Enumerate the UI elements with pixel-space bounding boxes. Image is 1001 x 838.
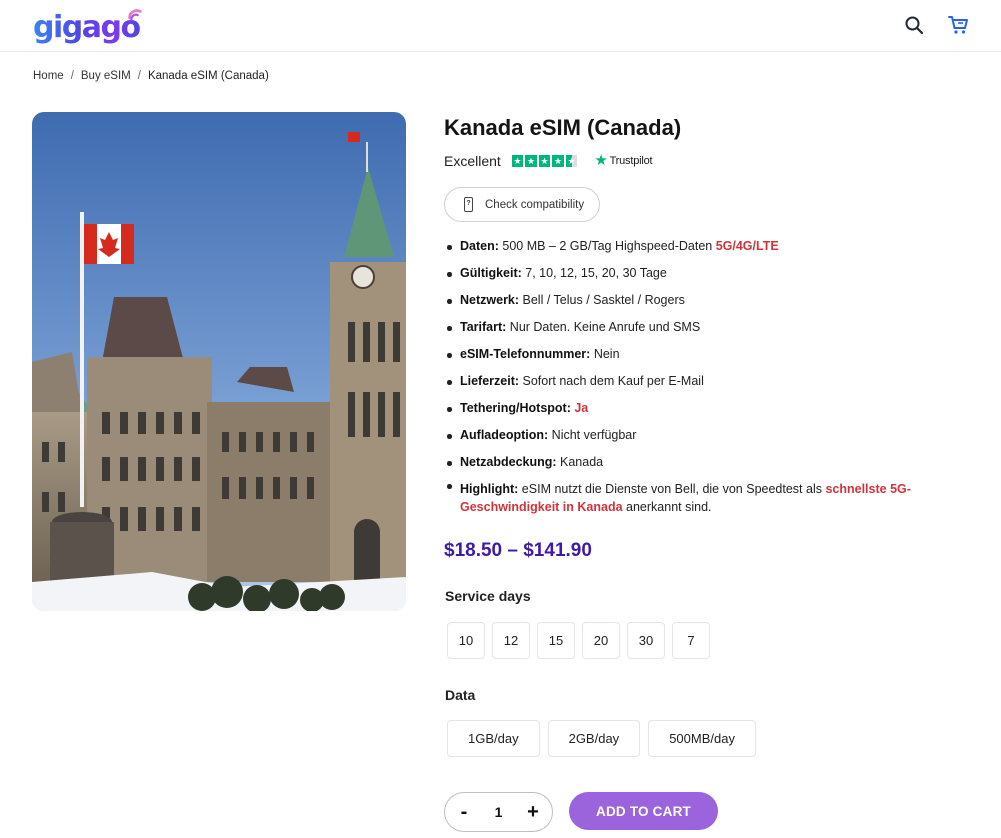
cart-icon[interactable]: [948, 14, 970, 36]
star-icon: ★: [525, 155, 537, 167]
logo-text: gigago: [33, 10, 141, 45]
data-option[interactable]: 2GB/day: [547, 720, 641, 757]
increase-quantity-button[interactable]: +: [526, 802, 540, 822]
trustpilot-logo[interactable]: ★ Trustpilot: [594, 152, 653, 169]
data-label: Data: [445, 687, 476, 703]
trustpilot-star-icon: ★: [594, 152, 608, 169]
breadcrumb: Home / Buy eSIM / Kanada eSIM (Canada): [33, 70, 269, 82]
service-day-option[interactable]: 10: [447, 622, 485, 659]
check-compatibility-button[interactable]: ? Check compatibility: [444, 187, 600, 222]
breadcrumb-current: Kanada eSIM (Canada): [147, 70, 269, 82]
search-icon[interactable]: [903, 14, 925, 36]
product-image: [32, 112, 406, 611]
add-to-cart-button[interactable]: ADD TO CART: [569, 792, 718, 830]
breadcrumb-separator: /: [70, 70, 74, 82]
feature-item: Netzabdeckung: Kanada: [444, 449, 964, 476]
data-option[interactable]: 500MB/day: [648, 720, 756, 757]
feature-item: Aufladeoption: Nicht verfügbar: [444, 422, 964, 449]
logo-arc-icon: [127, 9, 142, 21]
product-details: Kanada eSIM (Canada) Excellent ★ ★ ★ ★ ★…: [444, 112, 964, 516]
product-title: Kanada eSIM (Canada): [444, 115, 682, 140]
breadcrumb-home[interactable]: Home: [33, 70, 64, 82]
service-days-label: Service days: [445, 588, 531, 604]
service-day-option[interactable]: 7: [672, 622, 710, 659]
feature-list: Daten: 500 MB – 2 GB/Tag Highspeed-Daten…: [444, 233, 964, 516]
feature-item: Gültigkeit: 7, 10, 12, 15, 20, 30 Tage: [444, 260, 964, 287]
service-day-option[interactable]: 15: [537, 622, 575, 659]
check-compatibility-label: Check compatibility: [485, 198, 585, 211]
price-range: $18.50 – $141.90: [444, 540, 592, 561]
service-days-options: 10 12 15 20 30 7: [447, 622, 710, 659]
star-icon: ★: [552, 155, 564, 167]
data-option[interactable]: 1GB/day: [447, 720, 540, 757]
half-star-icon: ★: [565, 155, 578, 167]
service-day-option[interactable]: 30: [627, 622, 665, 659]
phone-question-icon: ?: [464, 197, 473, 212]
gigago-logo[interactable]: gigago: [33, 8, 142, 45]
rating-label: Excellent: [444, 153, 501, 169]
site-header: gigago: [0, 0, 1001, 52]
service-day-option[interactable]: 12: [492, 622, 530, 659]
quantity-value[interactable]: 1: [495, 804, 503, 820]
feature-item: Tarifart: Nur Daten. Keine Anrufe und SM…: [444, 314, 964, 341]
quantity-stepper: - 1 +: [444, 792, 553, 832]
feature-item: Tethering/Hotspot: Ja: [444, 395, 964, 422]
breadcrumb-separator: /: [137, 70, 141, 82]
service-day-option[interactable]: 20: [582, 622, 620, 659]
feature-item: eSIM-Telefonnummer: Nein: [444, 341, 964, 368]
feature-item: Netzwerk: Bell / Telus / Sasktel / Roger…: [444, 287, 964, 314]
rating-row: Excellent ★ ★ ★ ★ ★ ★ Trustpilot: [444, 151, 964, 171]
data-options: 1GB/day 2GB/day 500MB/day: [447, 720, 756, 757]
trustpilot-stars: ★ ★ ★ ★ ★: [511, 155, 578, 167]
trustpilot-label: Trustpilot: [609, 155, 653, 167]
star-icon: ★: [511, 155, 524, 167]
decrease-quantity-button[interactable]: -: [457, 802, 471, 822]
feature-item: Daten: 500 MB – 2 GB/Tag Highspeed-Daten…: [444, 233, 964, 260]
star-icon: ★: [538, 155, 551, 167]
feature-item: Lieferzeit: Sofort nach dem Kauf per E-M…: [444, 368, 964, 395]
breadcrumb-buy-esim[interactable]: Buy eSIM: [81, 70, 131, 82]
feature-item: Highlight: eSIM nutzt die Dienste von Be…: [444, 476, 964, 516]
